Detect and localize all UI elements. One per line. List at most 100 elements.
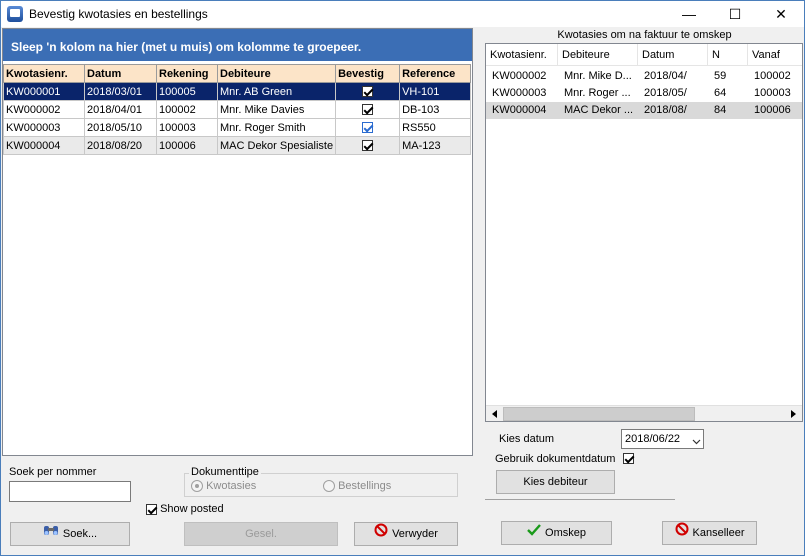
convert-button[interactable]: Omskep: [501, 521, 612, 545]
quotes-grid-panel: Sleep 'n kolom na hier (met u muis) om k…: [2, 28, 473, 456]
cell-reference: VH-101: [399, 82, 472, 101]
horizontal-scrollbar[interactable]: [486, 405, 802, 421]
right-panel-caption: Kwotasies om na faktuur te omskep: [557, 29, 732, 41]
column-header-reference[interactable]: Reference: [399, 64, 472, 83]
radio-kwotasies-circle: [191, 480, 203, 493]
cell-rekening: 100006: [156, 136, 218, 155]
cell-debiteure: MAC Dekor ...: [564, 104, 634, 116]
cell-debiteure: Mnr. Roger ...: [564, 87, 631, 99]
no-entry-icon: [374, 523, 388, 545]
search-input[interactable]: [9, 481, 131, 502]
column-header-n[interactable]: N: [708, 44, 748, 66]
use-docdate-label: Gebruik dokumentdatum: [495, 453, 616, 465]
cell-debiteure: Mnr. AB Green: [216, 82, 337, 101]
use-docdate-checkbox[interactable]: [623, 453, 634, 464]
cell-bevestig: [335, 118, 401, 137]
scroll-right-arrow-icon[interactable]: [785, 406, 802, 421]
delete-button-label: Verwyder: [392, 528, 438, 540]
window-title: Bevestig kwotasies en bestellings: [29, 7, 208, 21]
search-label: Soek per nommer: [9, 466, 97, 478]
cell-reference: MA-123: [399, 136, 472, 155]
cell-bevestig: [335, 100, 401, 119]
cell-datum: 2018/05/10: [84, 118, 157, 137]
column-header-kwotasienr[interactable]: Kwotasienr.: [3, 64, 85, 83]
minimize-button[interactable]: —: [666, 1, 712, 27]
radio-bestellings-circle: [323, 480, 335, 493]
list-item[interactable]: KW000003 Mnr. Roger ... 2018/05/ 64 1000…: [486, 85, 802, 102]
delete-button[interactable]: Verwyder: [354, 522, 458, 546]
cell-kwotasienr: KW000004: [3, 136, 85, 155]
bevestig-checkbox[interactable]: [362, 140, 374, 152]
close-button[interactable]: ✕: [758, 1, 804, 27]
column-header-bevestig[interactable]: Bevestig: [335, 64, 401, 83]
main-window: Bevestig kwotasies en bestellings — ☐ ✕ …: [0, 0, 805, 556]
cell-kwotasienr: KW000003: [492, 87, 547, 99]
convert-list: Kwotasienr. Debiteure Datum N Vanaf KW00…: [485, 43, 803, 422]
cell-datum: 2018/08/20: [84, 136, 157, 155]
table-row[interactable]: KW000001 2018/03/01 100005 Mnr. AB Green…: [3, 82, 472, 101]
table-row[interactable]: KW000004 2018/08/20 100006 MAC Dekor Spe…: [3, 136, 472, 155]
column-header-kwotasienr[interactable]: Kwotasienr.: [486, 44, 558, 66]
column-header-rekening[interactable]: Rekening: [156, 64, 218, 83]
table-row[interactable]: KW000002 2018/04/01 100002 Mnr. Mike Dav…: [3, 100, 472, 119]
list-item[interactable]: KW000004 MAC Dekor ... 2018/08/ 84 10000…: [486, 102, 802, 119]
cell-debiteure: Mnr. Mike D...: [564, 70, 632, 82]
chevron-down-icon: [692, 434, 701, 445]
radio-kwotasies[interactable]: Kwotasies: [191, 480, 257, 493]
date-picker[interactable]: 2018/06/22: [621, 429, 704, 449]
radio-kwotasies-label: Kwotasies: [206, 480, 257, 492]
cell-n: 64: [714, 87, 727, 99]
date-label: Kies datum: [499, 433, 555, 445]
choose-debtor-button[interactable]: Kies debiteur: [496, 470, 615, 494]
show-posted-check: [146, 503, 157, 515]
cell-reference: DB-103: [399, 100, 472, 119]
cell-n: 59: [714, 70, 727, 82]
no-entry-icon: [675, 522, 689, 544]
search-button[interactable]: Soek...: [10, 522, 130, 546]
cell-bevestig: [335, 82, 401, 101]
gesel-button[interactable]: Gesel.: [184, 522, 338, 546]
column-header-vanaf[interactable]: Vanaf: [748, 44, 802, 66]
doctype-label: Dokumenttipe: [189, 466, 261, 478]
date-value: 2018/06/22: [625, 433, 681, 445]
scroll-left-arrow-icon[interactable]: [486, 406, 503, 421]
column-header-debiteure[interactable]: Debiteure: [558, 44, 638, 66]
quotes-grid: Kwotasienr. Datum Rekening Debiteure Bev…: [3, 64, 472, 155]
radio-bestellings-label: Bestellings: [338, 480, 392, 492]
group-by-area[interactable]: Sleep 'n kolom na hier (met u muis) om k…: [3, 29, 472, 61]
cell-vanaf: 100003: [754, 87, 791, 99]
scrollbar-thumb[interactable]: [503, 407, 695, 421]
separator: [485, 499, 675, 500]
cell-rekening: 100005: [156, 82, 218, 101]
binoculars-icon: [43, 523, 59, 545]
cell-reference: RS550: [399, 118, 472, 137]
bevestig-checkbox[interactable]: [362, 104, 374, 116]
bevestig-checkbox[interactable]: [362, 122, 374, 134]
column-header-datum[interactable]: Datum: [84, 64, 157, 83]
radio-bestellings[interactable]: Bestellings: [323, 480, 392, 493]
search-button-label: Soek...: [62, 528, 98, 540]
maximize-button[interactable]: ☐: [712, 1, 758, 27]
show-posted-checkbox[interactable]: Show posted: [146, 503, 224, 515]
bevestig-checkbox[interactable]: [362, 86, 374, 98]
cell-rekening: 100003: [156, 118, 218, 137]
checkmark-icon: [527, 522, 541, 544]
cell-datum: 2018/04/: [644, 70, 687, 82]
column-header-datum[interactable]: Datum: [638, 44, 708, 66]
cell-debiteure: Mnr. Roger Smith: [216, 118, 337, 137]
cell-vanaf: 100002: [754, 70, 791, 82]
cell-n: 84: [714, 104, 727, 116]
cell-debiteure: Mnr. Mike Davies: [216, 100, 337, 119]
cell-kwotasienr: KW000004: [492, 104, 547, 116]
list-item[interactable]: KW000002 Mnr. Mike D... 2018/04/ 59 1000…: [486, 68, 802, 85]
cancel-button[interactable]: Kanselleer: [662, 521, 757, 545]
app-icon: [7, 6, 23, 22]
column-header-debiteure[interactable]: Debiteure: [216, 64, 337, 83]
cell-kwotasienr: KW000002: [3, 100, 85, 119]
table-row[interactable]: KW000003 2018/05/10 100003 Mnr. Roger Sm…: [3, 118, 472, 137]
convert-list-header: Kwotasienr. Debiteure Datum N Vanaf: [486, 44, 802, 66]
cell-datum: 2018/08/: [644, 104, 687, 116]
cell-debiteure: MAC Dekor Spesialiste: [216, 136, 337, 155]
cell-kwotasienr: KW000001: [3, 82, 85, 101]
cell-datum: 2018/05/: [644, 87, 687, 99]
